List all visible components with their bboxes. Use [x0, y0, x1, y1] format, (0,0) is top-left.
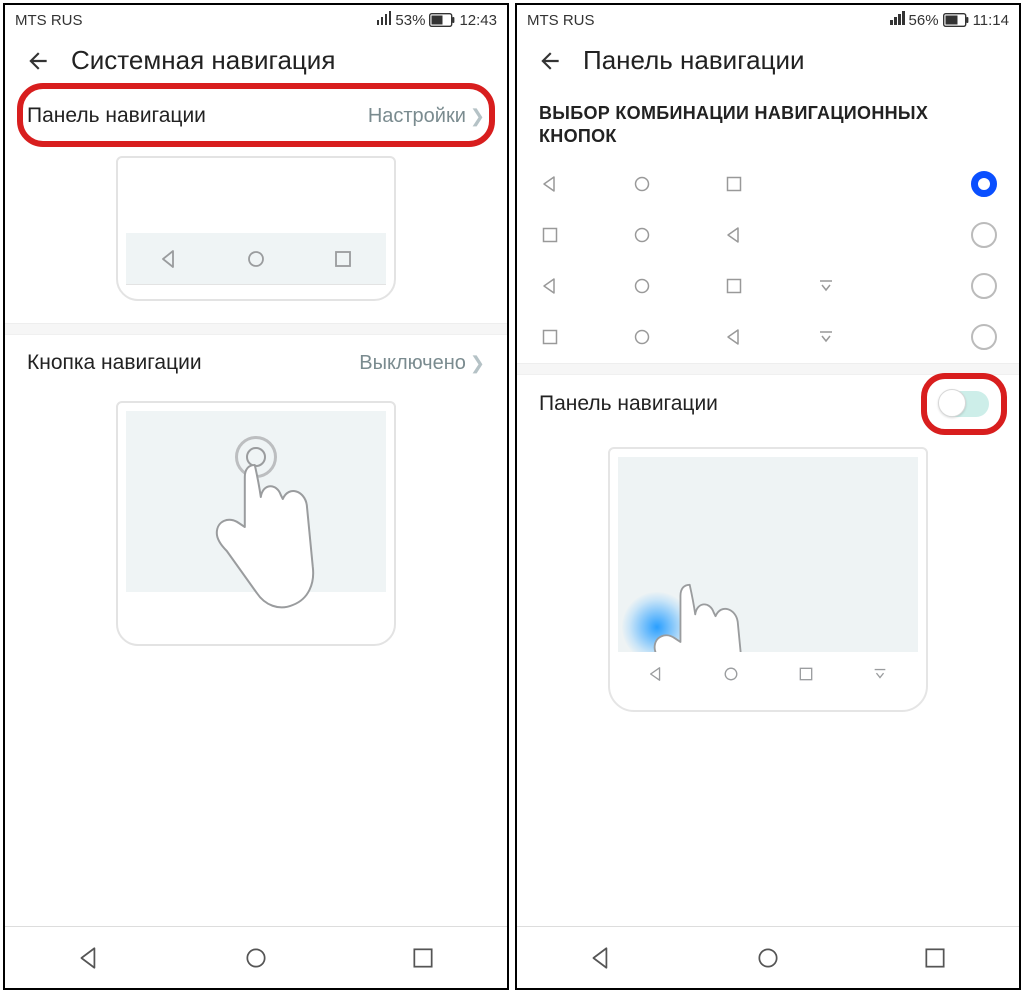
recent-square-icon	[539, 224, 561, 246]
back-triangle-icon	[539, 275, 561, 297]
hand-icon	[199, 455, 329, 625]
row-label: Панель навигации	[539, 392, 718, 416]
recent-square-icon	[332, 248, 354, 270]
radio-unselected[interactable]	[971, 273, 997, 299]
row-label: Кнопка навигации	[27, 351, 202, 375]
carrier-label: MTS RUS	[527, 12, 595, 29]
nav-recent-icon[interactable]	[410, 945, 436, 971]
nav-layout-option-1[interactable]	[517, 159, 1019, 210]
battery-percent: 56%	[909, 12, 939, 29]
home-circle-icon	[245, 248, 267, 270]
header: Панель навигации	[517, 35, 1019, 88]
back-triangle-icon	[539, 173, 561, 195]
header: Системная навигация	[5, 35, 507, 88]
layout-icons	[539, 326, 971, 348]
layout-icons	[539, 224, 971, 246]
clock: 11:14	[973, 12, 1009, 29]
carrier-label: MTS RUS	[15, 12, 83, 29]
row-value: Настройки ❯	[368, 105, 485, 128]
battery-icon	[943, 13, 969, 27]
back-triangle-icon	[723, 326, 745, 348]
divider	[5, 323, 507, 335]
layout-icons	[539, 173, 971, 195]
home-circle-icon	[723, 666, 739, 682]
home-circle-icon	[631, 275, 653, 297]
home-circle-icon	[631, 224, 653, 246]
chevron-right-icon: ❯	[470, 353, 485, 374]
dropdown-icon	[815, 275, 837, 297]
phone-left: MTS RUS 53% 12:43 Системная навигация Па…	[3, 3, 509, 990]
row-nav-panel-toggle[interactable]: Панель навигации	[517, 375, 1019, 433]
nav-layout-option-4[interactable]	[517, 312, 1019, 363]
system-navbar	[517, 926, 1019, 988]
layout-icons	[539, 275, 971, 297]
chevron-right-icon: ❯	[470, 106, 485, 127]
radio-unselected[interactable]	[971, 324, 997, 350]
row-value: Выключено ❯	[359, 352, 485, 375]
dropdown-icon	[872, 666, 888, 682]
phone-right: MTS RUS 56% 11:14 Панель навигации ВЫБОР…	[515, 3, 1021, 990]
nav-home-icon[interactable]	[755, 945, 781, 971]
battery-icon	[429, 13, 455, 27]
back-triangle-icon	[723, 224, 745, 246]
row-label: Панель навигации	[27, 104, 206, 128]
status-bar: MTS RUS 56% 11:14	[517, 5, 1019, 35]
nav-layout-option-3[interactable]	[517, 261, 1019, 312]
recent-square-icon	[723, 173, 745, 195]
home-circle-icon	[631, 173, 653, 195]
back-icon[interactable]	[25, 48, 51, 74]
signal-icon	[889, 11, 905, 29]
home-circle-icon	[631, 326, 653, 348]
recent-square-icon	[723, 275, 745, 297]
nav-layout-option-2[interactable]	[517, 210, 1019, 261]
navbar-preview	[116, 156, 396, 301]
recent-square-icon	[539, 326, 561, 348]
page-title: Панель навигации	[583, 45, 805, 76]
radio-unselected[interactable]	[971, 222, 997, 248]
system-navbar	[5, 926, 507, 988]
nav-recent-icon[interactable]	[922, 945, 948, 971]
navbutton-preview	[116, 401, 396, 646]
row-nav-button[interactable]: Кнопка навигации Выключено ❯	[5, 335, 507, 391]
navbar-hide-preview	[608, 447, 928, 712]
clock: 12:43	[459, 12, 497, 29]
radio-selected[interactable]	[971, 171, 997, 197]
row-value-text: Выключено	[359, 352, 466, 375]
back-icon[interactable]	[537, 48, 563, 74]
status-bar: MTS RUS 53% 12:43	[5, 5, 507, 35]
preview-navbar	[126, 233, 386, 285]
preview-navbar	[618, 652, 918, 696]
preview-screen	[126, 411, 386, 592]
status-right: 53% 12:43	[375, 11, 497, 29]
back-triangle-icon	[158, 248, 180, 270]
recent-square-icon	[799, 667, 813, 681]
back-triangle-icon	[648, 666, 664, 682]
signal-icon	[375, 11, 391, 29]
row-value-text: Настройки	[368, 105, 466, 128]
divider	[517, 363, 1019, 375]
dropdown-icon	[815, 326, 837, 348]
hand-icon	[638, 574, 758, 652]
nav-back-icon[interactable]	[588, 945, 614, 971]
preview-screen	[618, 457, 918, 652]
nav-back-icon[interactable]	[76, 945, 102, 971]
nav-home-icon[interactable]	[243, 945, 269, 971]
toggle-switch[interactable]	[939, 391, 989, 417]
battery-percent: 53%	[395, 12, 425, 29]
section-heading: ВЫБОР КОМБИНАЦИИ НАВИГАЦИОННЫХ КНОПОК	[517, 88, 1019, 159]
status-right: 56% 11:14	[889, 11, 1009, 29]
row-nav-panel[interactable]: Панель навигации Настройки ❯	[5, 88, 507, 144]
page-title: Системная навигация	[71, 45, 335, 76]
